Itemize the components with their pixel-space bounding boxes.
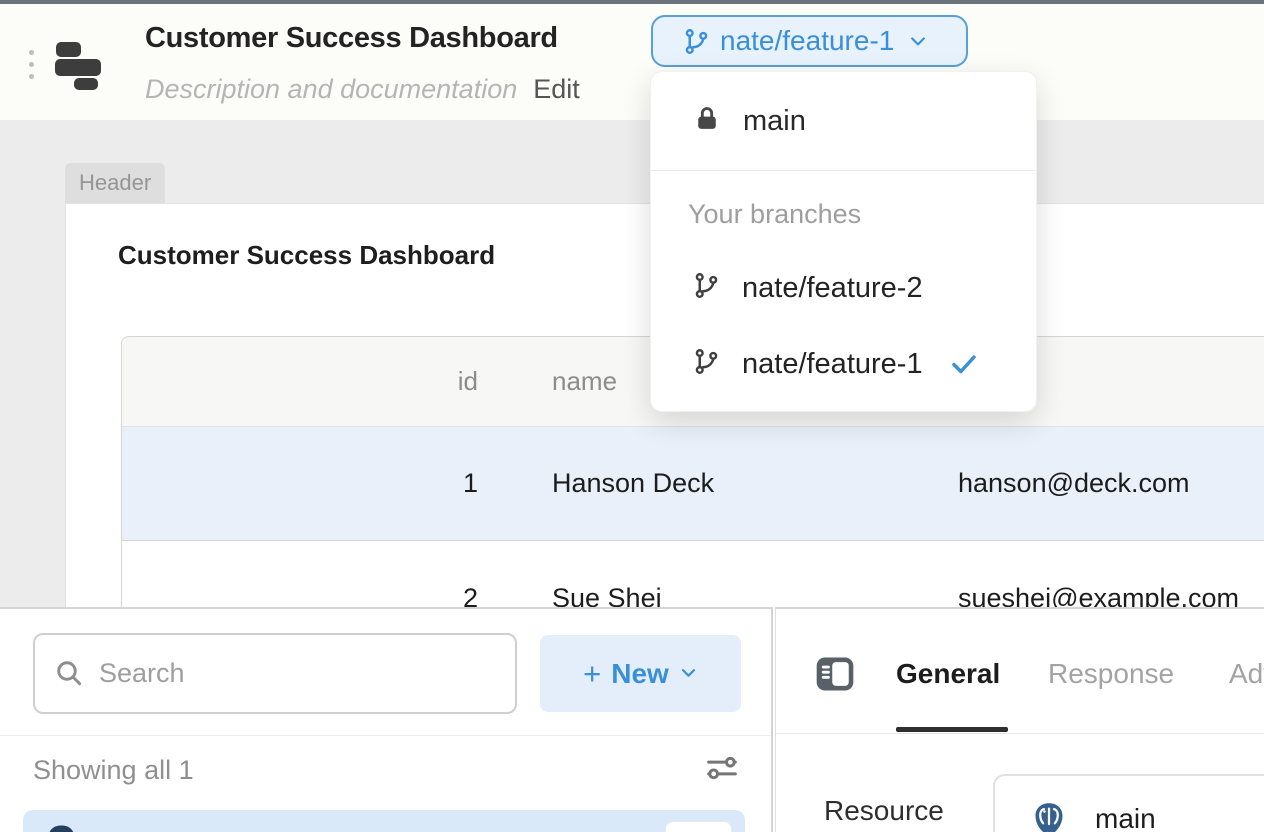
tab-advanced[interactable]: Advanced bbox=[1229, 658, 1264, 690]
current-branch-label: nate/feature-1 bbox=[720, 25, 894, 57]
chevron-down-icon bbox=[908, 31, 928, 51]
page-description: Description and documentation bbox=[145, 74, 517, 104]
edit-description-link[interactable]: Edit bbox=[533, 74, 580, 104]
chevron-down-icon bbox=[679, 663, 698, 685]
filter-button[interactable] bbox=[701, 748, 743, 790]
tab-response[interactable]: Response bbox=[1048, 658, 1174, 690]
resource-field-label: Resource bbox=[824, 795, 944, 827]
check-icon bbox=[949, 349, 979, 379]
panel-divider bbox=[776, 733, 1264, 734]
menu-item-main-branch[interactable]: main bbox=[651, 90, 1036, 152]
app-window: Customer Success Dashboard Description a… bbox=[0, 0, 1264, 832]
resource-value: main bbox=[1095, 803, 1156, 832]
query-inspector-panel: General Response Advanced Resource main bbox=[775, 607, 1264, 832]
drag-handle-icon[interactable] bbox=[29, 50, 34, 79]
postgres-icon bbox=[1031, 801, 1067, 832]
page-subtitle-row: Description and documentation Edit bbox=[145, 74, 580, 105]
editor-canvas: Header Customer Success Dashboard id nam… bbox=[0, 120, 1264, 607]
column-header-id[interactable]: id bbox=[122, 366, 478, 397]
resource-select[interactable]: main bbox=[993, 774, 1264, 832]
search-field-wrap bbox=[33, 633, 517, 714]
component-badge: Header bbox=[65, 163, 165, 203]
plus-icon: + bbox=[583, 656, 601, 692]
cell-name: Hanson Deck bbox=[552, 468, 808, 499]
sliders-filter-icon bbox=[702, 748, 742, 791]
branch-name: nate/feature-2 bbox=[742, 272, 923, 305]
menu-section-label: Your branches bbox=[688, 199, 1036, 230]
app-header: Customer Success Dashboard Description a… bbox=[0, 4, 1264, 120]
cell-id: 1 bbox=[122, 468, 478, 499]
branch-dropdown-menu: main Your branches nate/feature-2 nate/f… bbox=[650, 71, 1037, 412]
cell-email: hanson@deck.com bbox=[958, 468, 1190, 499]
git-branch-icon bbox=[693, 272, 720, 304]
table-row[interactable]: 1 Hanson Deck hanson@deck.com bbox=[122, 427, 1264, 541]
query-item-button[interactable] bbox=[665, 821, 732, 832]
branch-name: nate/feature-1 bbox=[742, 348, 923, 381]
lock-icon bbox=[693, 105, 721, 138]
page-title: Customer Success Dashboard bbox=[145, 22, 558, 55]
search-input[interactable] bbox=[33, 633, 517, 714]
result-count-text: Showing all 1 bbox=[33, 755, 194, 786]
git-branch-icon bbox=[693, 348, 720, 380]
branch-selector-button[interactable]: nate/feature-1 bbox=[651, 15, 968, 67]
tab-general[interactable]: General bbox=[896, 658, 1000, 690]
new-query-label: New bbox=[611, 658, 669, 690]
panel-divider bbox=[0, 735, 771, 736]
app-logo-icon bbox=[55, 41, 103, 89]
cell-id: 2 bbox=[122, 583, 478, 608]
query-list-panel: + New Showing all 1 bbox=[0, 607, 773, 832]
table-row[interactable]: 2 Sue Shei sueshei@example.com bbox=[122, 541, 1264, 607]
menu-item-branch[interactable]: nate/feature-2 bbox=[651, 260, 1036, 316]
menu-item-branch-selected[interactable]: nate/feature-1 bbox=[651, 336, 1036, 392]
new-query-button[interactable]: + New bbox=[540, 635, 741, 712]
cell-email: sueshei@example.com bbox=[958, 583, 1239, 608]
toggle-side-panel-button[interactable] bbox=[813, 652, 857, 696]
query-list-item[interactable] bbox=[23, 810, 745, 832]
branch-name: main bbox=[743, 105, 806, 138]
postgres-icon bbox=[45, 824, 77, 832]
active-tab-underline bbox=[896, 727, 1008, 732]
widget-title: Customer Success Dashboard bbox=[118, 240, 495, 271]
menu-divider bbox=[651, 170, 1036, 171]
git-branch-icon bbox=[683, 28, 710, 55]
panel-layout-icon bbox=[813, 652, 857, 696]
cell-name: Sue Shei bbox=[552, 583, 808, 608]
